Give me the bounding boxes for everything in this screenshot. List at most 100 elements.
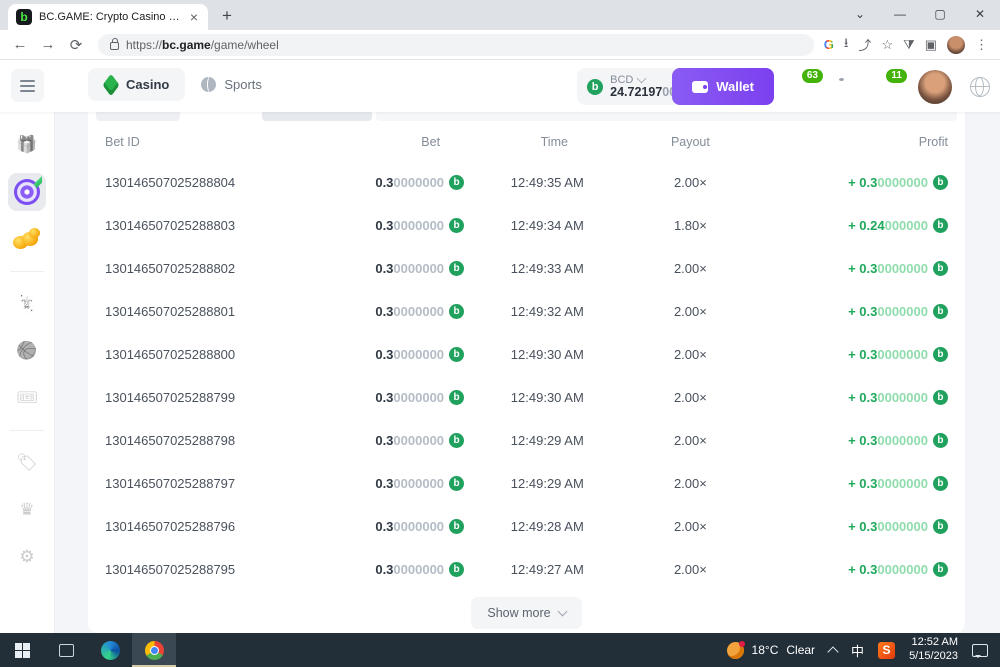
sidebar-item-shop[interactable]: 🏷: [8, 444, 46, 482]
weather-temp: 18°C: [752, 643, 779, 657]
dart-target-icon: [14, 179, 40, 205]
share-icon[interactable]: ⤴: [858, 35, 871, 54]
payout-cell: 2.00×: [631, 304, 751, 319]
browser-toolbar: ← → ⟳ https://bc.game/game/wheel G ⭳ ⤴ ☆…: [0, 30, 1000, 60]
taskbar-clock[interactable]: 12:52 AM 5/15/2023: [909, 636, 958, 664]
bet-cell: 0.30000000 b: [375, 218, 464, 233]
left-sidebar: 🎁 🃏 🏀 🎟 🏷 ♛ ⚙: [0, 112, 55, 633]
bet-id-cell: 130146507025288801: [105, 304, 313, 319]
bookmark-star-icon[interactable]: ☆: [881, 37, 893, 53]
tab-close-icon[interactable]: ×: [188, 9, 200, 25]
sidebar-item-rewards[interactable]: [8, 220, 46, 258]
site-favicon-icon: b: [16, 9, 32, 25]
bet-cell: 0.30000000 b: [375, 562, 464, 577]
user-avatar[interactable]: [918, 70, 952, 104]
chevron-down-icon: [557, 607, 567, 617]
address-bar[interactable]: https://bc.game/game/wheel: [98, 34, 814, 56]
bcd-coin-icon: b: [933, 433, 948, 448]
ssl-lock-icon: [110, 42, 119, 50]
sidebar-item-vip[interactable]: ♛: [8, 491, 46, 529]
windows-taskbar: 18°C Clear 中 S 12:52 AM 5/15/2023: [0, 633, 1000, 667]
sidebar-item-sports[interactable]: 🏀: [8, 332, 46, 370]
window-maximize-button[interactable]: ▢: [920, 7, 960, 21]
col-bet: Bet: [313, 135, 464, 149]
window-minimize-button[interactable]: —: [880, 7, 920, 21]
nav-casino[interactable]: Casino: [88, 68, 185, 101]
sidebar-item-racing[interactable]: 🎟: [8, 379, 46, 417]
browser-menu-icon[interactable]: ⋮: [975, 37, 988, 53]
inbox-button[interactable]: 63: [792, 77, 816, 97]
col-time: Time: [464, 135, 631, 149]
nav-sports[interactable]: Sports: [185, 68, 278, 101]
bcd-coin-icon: b: [933, 218, 948, 233]
bet-cell: 0.30000000 b: [375, 433, 464, 448]
time-cell: 12:49:29 AM: [464, 433, 631, 448]
chat-button[interactable]: 11: [876, 77, 900, 97]
forward-button[interactable]: →: [36, 33, 60, 57]
bcd-coin-icon: b: [449, 304, 464, 319]
profit-cell: + 0.30000000 b: [848, 175, 948, 190]
col-payout: Payout: [631, 135, 751, 149]
chrome-icon: [145, 641, 164, 660]
header-right: b BCD 24.7219700 Wallet 63 11: [577, 68, 990, 105]
task-view-button[interactable]: [44, 633, 88, 667]
profit-cell: + 0.30000000 b: [848, 562, 948, 577]
sidebar-item-more[interactable]: ⚙: [8, 538, 46, 576]
weather-widget[interactable]: 18°C Clear: [727, 642, 816, 659]
google-icon[interactable]: G: [824, 37, 834, 52]
tab-search-chevron-icon[interactable]: ⌄: [840, 7, 880, 21]
sidebar-item-games[interactable]: [8, 173, 46, 211]
bcd-coin-icon: b: [933, 304, 948, 319]
show-more-button[interactable]: Show more: [471, 597, 581, 629]
time-cell: 12:49:27 AM: [464, 562, 631, 577]
sidebar-item-bonus[interactable]: 🎁: [8, 126, 46, 164]
download-icon[interactable]: ⭳: [844, 34, 849, 56]
reload-button[interactable]: ⟳: [64, 33, 88, 57]
task-view-icon: [59, 644, 74, 657]
back-button[interactable]: ←: [8, 33, 32, 57]
window-close-button[interactable]: ✕: [960, 7, 1000, 21]
action-center-icon[interactable]: [972, 644, 988, 657]
tags-icon: 🏷: [16, 453, 38, 473]
bet-cell: 0.30000000 b: [375, 175, 464, 190]
time-cell: 12:49:30 AM: [464, 390, 631, 405]
start-button[interactable]: [0, 633, 44, 667]
casino-diamond-icon: [102, 73, 119, 96]
tray-expand-icon[interactable]: [827, 646, 838, 657]
bcd-coin-icon: b: [449, 562, 464, 577]
table-row: 130146507025288799 0.30000000 b 12:49:30…: [88, 376, 965, 419]
basketball-icon: 🏀: [16, 341, 37, 361]
wallet-button[interactable]: Wallet: [672, 68, 774, 105]
extensions-puzzle-icon[interactable]: ⧩: [903, 37, 915, 53]
table-row: 130146507025288803 0.30000000 b 12:49:34…: [88, 204, 965, 247]
ime-indicator[interactable]: 中: [851, 641, 864, 660]
bcd-coin-icon: b: [449, 476, 464, 491]
browser-profile-avatar[interactable]: [947, 36, 965, 54]
table-header-row: Bet ID Bet Time Payout Profit: [88, 123, 965, 161]
sidebar-toggle-button[interactable]: [11, 69, 44, 102]
bcd-coin-icon: b: [933, 476, 948, 491]
profit-cell: + 0.30000000 b: [848, 476, 948, 491]
gift-icon: 🎁: [16, 135, 37, 155]
profit-cell: + 0.30000000 b: [848, 433, 948, 448]
chrome-taskbar-button[interactable]: [132, 633, 176, 667]
sogou-input-icon[interactable]: S: [878, 642, 895, 659]
chevron-down-icon: [637, 73, 647, 83]
notifications-button[interactable]: [834, 77, 858, 97]
side-panel-icon[interactable]: ▣: [925, 37, 937, 53]
bet-id-cell: 130146507025288803: [105, 218, 313, 233]
new-tab-button[interactable]: +: [222, 6, 232, 26]
bet-cell: 0.30000000 b: [375, 261, 464, 276]
sidebar-item-casino[interactable]: 🃏: [8, 285, 46, 323]
bcd-coin-icon: b: [933, 562, 948, 577]
language-globe-icon[interactable]: [970, 77, 990, 97]
ticket-icon: 🎟: [16, 388, 38, 408]
browser-tab[interactable]: b BC.GAME: Crypto Casino Games ×: [8, 4, 208, 30]
bet-cell: 0.30000000 b: [375, 347, 464, 362]
edge-taskbar-button[interactable]: [88, 633, 132, 667]
window-controls: ⌄ — ▢ ✕: [840, 0, 1000, 28]
tab-title: BC.GAME: Crypto Casino Games: [39, 11, 181, 23]
sidebar-divider: [10, 430, 44, 431]
payout-cell: 2.00×: [631, 433, 751, 448]
dots-circle-icon: ⚙: [19, 547, 34, 567]
